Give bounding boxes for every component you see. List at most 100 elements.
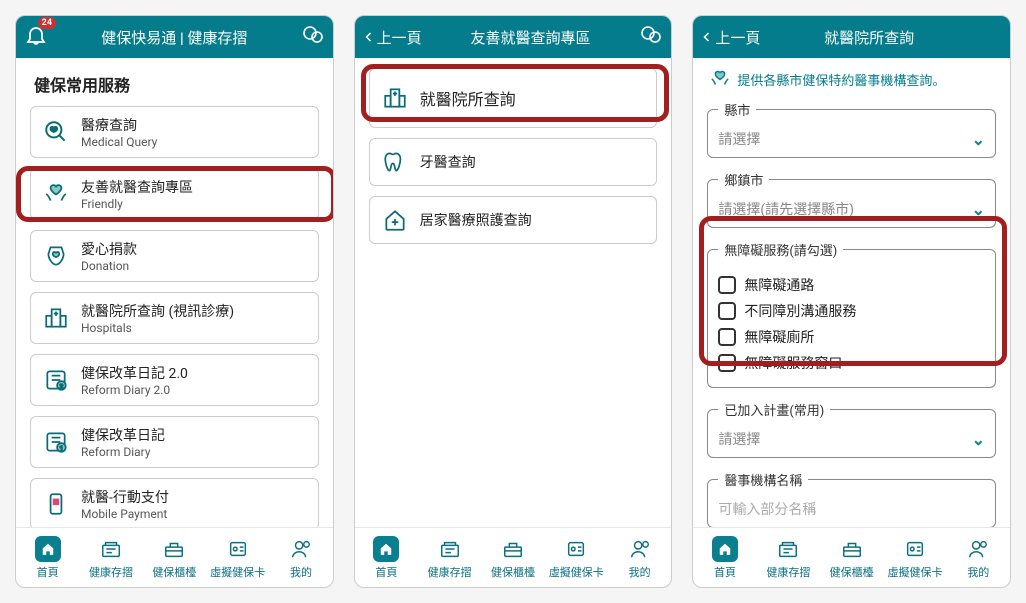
- hospital-icon: [380, 83, 410, 113]
- hands-heart-icon: [709, 68, 731, 90]
- checkbox[interactable]: [718, 328, 736, 346]
- field-legend: 鄉鎮市: [718, 170, 769, 189]
- nav-vcard[interactable]: 虛擬健保卡: [545, 536, 608, 580]
- item-dentist-lookup[interactable]: 牙醫查詢: [369, 138, 658, 186]
- bottom-nav: 首頁 健康存摺 健保櫃檯 虛擬健保卡 我的: [16, 527, 333, 587]
- org-name-input[interactable]: [718, 499, 985, 519]
- item-medical-query[interactable]: 醫療查詢 Medical Query: [30, 106, 319, 158]
- item-homecare-lookup[interactable]: 居家醫療照護查詢: [369, 196, 658, 244]
- nav-home[interactable]: 首頁: [355, 536, 418, 580]
- item-friendly[interactable]: 友善就醫查詢專區 Friendly: [30, 168, 319, 220]
- item-label: 就醫院所查詢: [420, 86, 516, 110]
- item-label: 醫療查詢: [81, 115, 157, 135]
- chat-icon[interactable]: [301, 23, 325, 51]
- header-title: 健保快易通 | 健康存摺: [48, 27, 301, 48]
- plan-select[interactable]: 請選擇 ⌄: [718, 429, 985, 449]
- checkbox[interactable]: [718, 354, 736, 372]
- nav-counter[interactable]: 健保櫃檯: [820, 536, 883, 580]
- item-hospital-lookup[interactable]: 就醫院所查詢: [369, 68, 658, 128]
- header-title: 就醫院所查詢: [760, 27, 978, 48]
- nav-me[interactable]: 我的: [947, 536, 1010, 580]
- content-area: 提供各縣市健保特約醫事機構查詢。 縣市 請選擇 ⌄ 鄉鎮市 請選擇(請先選擇縣市…: [693, 58, 1010, 527]
- checkbox[interactable]: [718, 276, 736, 294]
- counter-icon: [161, 536, 187, 562]
- nav-label: 虛擬健保卡: [549, 564, 604, 580]
- app-header: 24 健保快易通 | 健康存摺: [16, 16, 333, 58]
- field-legend: 醫事機構名稱: [718, 470, 808, 489]
- tooth-icon: [380, 147, 410, 177]
- item-label: 愛心捐款: [81, 239, 137, 259]
- item-sublabel: Donation: [81, 259, 137, 273]
- check-row[interactable]: 不同障別溝通服務: [718, 301, 985, 321]
- nav-me[interactable]: 我的: [269, 536, 332, 580]
- item-label: 友善就醫查詢專區: [81, 177, 193, 197]
- check-label: 不同障別溝通服務: [744, 301, 856, 321]
- nav-label: 首頁: [37, 564, 59, 580]
- counter-icon: [839, 536, 865, 562]
- item-sublabel: Reform Diary: [81, 445, 165, 459]
- check-row[interactable]: 無障礙廁所: [718, 327, 985, 347]
- house-plus-icon: [380, 205, 410, 235]
- item-sublabel: Reform Diary 2.0: [81, 383, 188, 397]
- user-gear-icon: [965, 536, 991, 562]
- magnifier-heart-icon: [41, 117, 71, 147]
- hospital-icon: [41, 303, 71, 333]
- section-title: 健保常用服務: [34, 72, 319, 96]
- mobile-pay-icon: [41, 489, 71, 519]
- home-icon: [35, 536, 61, 562]
- vcard-icon: [563, 536, 589, 562]
- nav-label: 我的: [629, 564, 651, 580]
- nav-vcard[interactable]: 虛擬健保卡: [206, 536, 269, 580]
- bell-icon[interactable]: 24: [24, 23, 48, 51]
- user-gear-icon: [288, 536, 314, 562]
- nav-label: 健康存摺: [89, 564, 133, 580]
- screen-friendly-zone: 上一頁 友善就醫查詢專區 就醫院所查詢 牙醫查詢 居家醫療照護查詢: [354, 15, 673, 588]
- chevron-down-icon: ⌄: [972, 130, 985, 149]
- item-label: 就醫院所查詢 (視訊診療): [81, 301, 234, 321]
- item-hospitals[interactable]: 就醫院所查詢 (視訊診療) Hospitals: [30, 292, 319, 344]
- nav-counter[interactable]: 健保櫃檯: [143, 536, 206, 580]
- item-sublabel: Mobile Payment: [81, 507, 169, 521]
- nav-counter[interactable]: 健保櫃檯: [481, 536, 544, 580]
- chat-icon[interactable]: [639, 23, 663, 51]
- content-area: 健保常用服務 醫療查詢 Medical Query 友善就醫查詢專區 Frien…: [16, 58, 333, 527]
- nav-label: 虛擬健保卡: [210, 564, 265, 580]
- notification-badge: 24: [38, 17, 56, 29]
- nav-me[interactable]: 我的: [608, 536, 671, 580]
- nav-passbook[interactable]: 健康存摺: [757, 536, 820, 580]
- intro-label: 提供各縣市健保特約醫事機構查詢。: [737, 70, 945, 89]
- county-select[interactable]: 請選擇 ⌄: [718, 129, 985, 149]
- field-org-name: 醫事機構名稱: [707, 470, 996, 527]
- item-donation[interactable]: 愛心捐款 Donation: [30, 230, 319, 282]
- nav-label: 首頁: [375, 564, 397, 580]
- user-gear-icon: [627, 536, 653, 562]
- nav-home[interactable]: 首頁: [16, 536, 79, 580]
- nav-label: 健保櫃檯: [830, 564, 874, 580]
- field-county: 縣市 請選擇 ⌄: [707, 100, 996, 158]
- hands-heart-icon: [41, 179, 71, 209]
- back-button[interactable]: 上一頁: [363, 27, 422, 48]
- back-label: 上一頁: [715, 27, 760, 48]
- check-row[interactable]: 無障礙服務窗口: [718, 353, 985, 373]
- vcard-icon: [225, 536, 251, 562]
- bottom-nav: 首頁 健康存摺 健保櫃檯 虛擬健保卡 我的: [693, 527, 1010, 587]
- nav-home[interactable]: 首頁: [693, 536, 756, 580]
- back-button[interactable]: 上一頁: [701, 27, 760, 48]
- check-label: 無障礙服務窗口: [744, 353, 842, 373]
- header-title: 友善就醫查詢專區: [422, 27, 640, 48]
- item-mobile-payment[interactable]: 就醫-行動支付 Mobile Payment: [30, 478, 319, 527]
- check-row[interactable]: 無障礙通路: [718, 275, 985, 295]
- chevron-down-icon: ⌄: [972, 200, 985, 219]
- nav-label: 首頁: [714, 564, 736, 580]
- checkbox[interactable]: [718, 302, 736, 320]
- item-label: 健保改革日記 2.0: [81, 363, 188, 383]
- town-select[interactable]: 請選擇(請先選擇縣市) ⌄: [718, 199, 985, 219]
- item-reform-diary[interactable]: 1 健保改革日記 Reform Diary: [30, 416, 319, 468]
- nav-passbook[interactable]: 健康存摺: [79, 536, 142, 580]
- nav-vcard[interactable]: 虛擬健保卡: [883, 536, 946, 580]
- nav-passbook[interactable]: 健康存摺: [418, 536, 481, 580]
- field-plan: 已加入計畫(常用) 請選擇 ⌄: [707, 400, 996, 458]
- check-label: 無障礙通路: [744, 275, 814, 295]
- item-reform-diary-2[interactable]: 2 健保改革日記 2.0 Reform Diary 2.0: [30, 354, 319, 406]
- placeholder: 請選擇(請先選擇縣市): [718, 199, 854, 219]
